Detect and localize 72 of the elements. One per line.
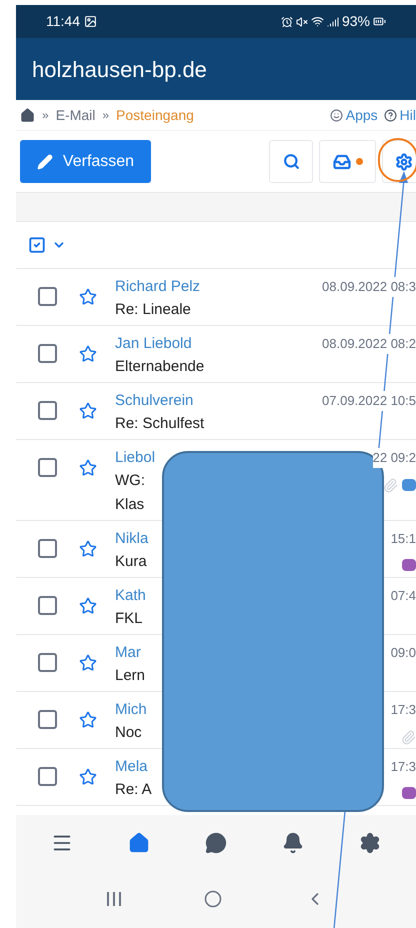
checkbox[interactable]: [38, 596, 57, 615]
star-icon[interactable]: [79, 402, 97, 420]
annotation-circle-overlay: [378, 138, 416, 182]
sender-name[interactable]: Schulverein: [115, 389, 194, 412]
help-icon: [384, 108, 397, 122]
settings-icon: [395, 152, 413, 170]
email-subject: Lern: [115, 666, 146, 686]
mute-icon: [296, 16, 308, 28]
breadcrumb-separator: »: [102, 107, 110, 124]
recent-apps-icon[interactable]: [107, 892, 122, 906]
sender-name[interactable]: Mich: [115, 698, 147, 721]
star-icon[interactable]: [79, 540, 97, 558]
star-icon[interactable]: [79, 711, 97, 729]
settings-tab-icon[interactable]: [358, 832, 381, 854]
star-icon[interactable]: [79, 597, 97, 615]
bell-tab-icon[interactable]: [282, 832, 304, 854]
email-subject: Klas: [115, 495, 144, 515]
inbox-icon: [332, 152, 350, 170]
breadcrumb-link[interactable]: E-Mail: [56, 104, 96, 126]
email-subject: Re: Lineale: [115, 300, 191, 320]
email-date: 08.09.2022 08:2: [322, 334, 416, 354]
compose-button[interactable]: Verfassen: [20, 140, 151, 183]
star-icon[interactable]: [79, 654, 97, 672]
home-button-icon[interactable]: [204, 890, 222, 908]
home-icon[interactable]: [20, 108, 35, 122]
email-date: 08.09.2022 08:3: [322, 277, 416, 296]
email-subject: WG:: [115, 471, 145, 491]
star-icon[interactable]: [79, 345, 97, 363]
email-date: 22 09:2: [372, 448, 416, 468]
star-icon[interactable]: [79, 768, 97, 786]
select-all-icon[interactable]: [28, 236, 46, 254]
email-date: 07.09.2022 10:5: [322, 391, 416, 410]
pencil-icon: [36, 154, 53, 170]
sender-name[interactable]: Mela: [115, 755, 148, 778]
sender-name[interactable]: Liebol: [115, 446, 156, 469]
checkbox[interactable]: [38, 767, 57, 786]
status-time: 11:44: [46, 12, 80, 31]
chat-tab-icon[interactable]: [204, 832, 227, 854]
sender-name[interactable]: Nikla: [115, 527, 148, 550]
site-title: holzhausen-bp.de: [32, 56, 207, 84]
checkbox[interactable]: [38, 287, 57, 306]
email-subject: Noc: [115, 723, 142, 743]
home-tab-icon[interactable]: [128, 832, 150, 854]
sender-name[interactable]: Jan Liebold: [115, 332, 192, 355]
battery-icon: [373, 15, 386, 28]
email-subject: Re: Schulfest: [115, 414, 204, 434]
search-button[interactable]: [269, 140, 313, 183]
star-icon[interactable]: [79, 459, 97, 477]
breadcrumb-link[interactable]: Posteingang: [116, 104, 194, 126]
email-subject: Kura: [115, 552, 147, 572]
email-subject: FKL: [115, 609, 143, 629]
checkbox[interactable]: [38, 653, 57, 672]
help-link[interactable]: Hil: [400, 104, 416, 126]
checkbox[interactable]: [38, 710, 57, 729]
breadcrumb-separator: »: [42, 107, 49, 124]
battery-level: 93%: [342, 12, 370, 31]
checkbox[interactable]: [38, 401, 57, 420]
sender-name[interactable]: Kath: [115, 584, 146, 607]
smiley-icon: [330, 108, 343, 122]
search-icon: [282, 153, 300, 170]
email-subject: Elternabende: [115, 357, 204, 377]
checkbox[interactable]: [38, 344, 57, 363]
checkbox[interactable]: [38, 539, 57, 558]
email-subject: Re: A: [115, 780, 152, 800]
image-icon: [84, 15, 97, 28]
alarm-icon: [280, 16, 293, 28]
sender-name[interactable]: Richard Pelz: [115, 275, 200, 298]
sender-name[interactable]: Mar: [115, 641, 141, 664]
checkbox[interactable]: [38, 458, 57, 477]
star-icon[interactable]: [79, 288, 97, 306]
inbox-button[interactable]: [319, 140, 376, 183]
apps-link[interactable]: Apps: [346, 104, 378, 126]
